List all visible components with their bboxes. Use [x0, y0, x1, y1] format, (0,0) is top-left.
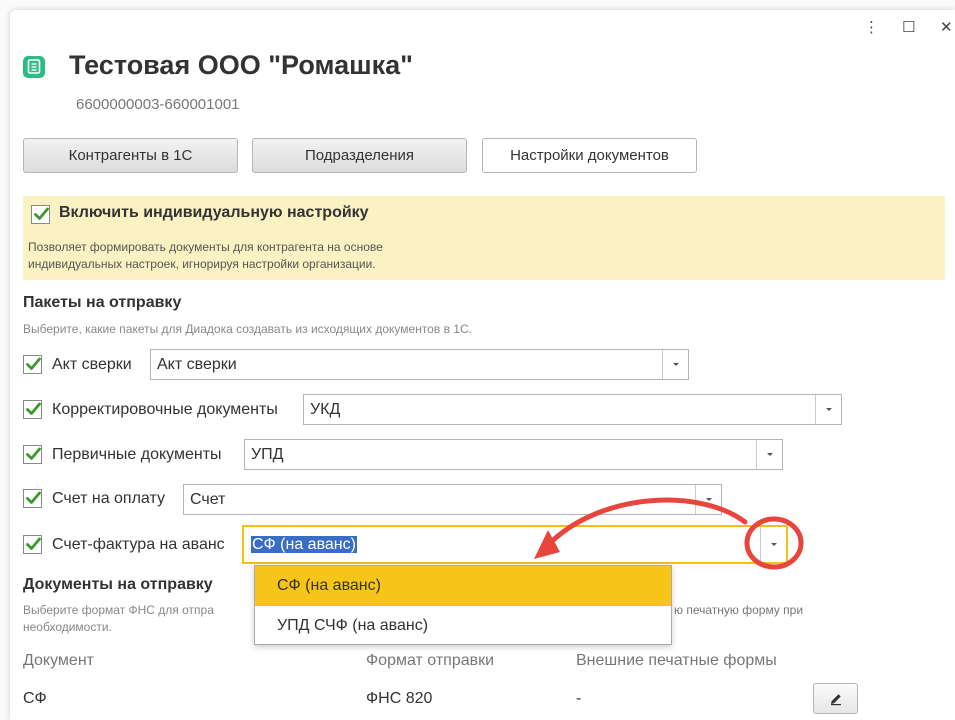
advance-invoice-label: Счет-фактура на аванс	[52, 536, 225, 553]
advance-invoice-select[interactable]: СФ (на аванс)	[242, 525, 788, 564]
chevron-down-icon[interactable]	[756, 440, 782, 469]
column-header-external-forms: Внешние печатные формы	[576, 652, 777, 669]
pencil-icon	[830, 693, 841, 705]
column-header-document: Документ	[23, 652, 94, 669]
checkmark-icon	[26, 491, 41, 504]
more-menu-icon[interactable]: ⋮	[864, 18, 879, 36]
individual-settings-checkbox[interactable]	[31, 205, 50, 224]
documents-hint-line2: необходимости.	[23, 620, 112, 634]
correction-docs-select[interactable]: УКД	[303, 394, 842, 425]
individual-description-line1: Позволяет формировать документы для конт…	[28, 240, 383, 254]
checkmark-icon	[26, 447, 41, 460]
invoice-payment-checkbox[interactable]	[23, 489, 42, 508]
inn-kpp-subtitle: 6600000003-660001001	[76, 96, 240, 113]
checkmark-icon	[26, 402, 41, 415]
documents-hint-right: ю печатную форму при	[674, 603, 804, 617]
document-icon	[23, 56, 45, 78]
dropdown-option-upd-schf[interactable]: УПД СЧФ (на аванс)	[255, 606, 671, 646]
page-title: Тестовая ООО "Ромашка"	[69, 50, 413, 80]
divisions-button[interactable]: Подразделения	[252, 138, 467, 173]
packages-section-title: Пакеты на отправку	[23, 294, 182, 311]
primary-docs-value: УПД	[251, 446, 284, 463]
advance-invoice-value[interactable]: СФ (на аванс)	[251, 536, 357, 554]
checkmark-icon	[26, 537, 41, 550]
act-reconciliation-select[interactable]: Акт сверки	[150, 349, 689, 380]
invoice-payment-value: Счет	[190, 491, 226, 508]
table-cell-document: СФ	[23, 690, 47, 707]
invoice-payment-select[interactable]: Счет	[183, 484, 722, 515]
table-cell-format[interactable]: ФНС 820	[366, 690, 432, 708]
checkmark-icon	[26, 357, 41, 370]
correction-docs-value: УКД	[310, 401, 341, 418]
correction-docs-label: Корректировочные документы	[52, 401, 278, 418]
checkmark-icon	[34, 207, 49, 220]
chevron-down-icon[interactable]	[695, 485, 721, 514]
primary-docs-select[interactable]: УПД	[244, 439, 783, 470]
close-icon[interactable]: ✕	[940, 18, 953, 36]
primary-docs-checkbox[interactable]	[23, 445, 42, 464]
table-cell-external: -	[576, 690, 582, 707]
chevron-down-icon[interactable]	[662, 350, 688, 379]
chevron-down-icon[interactable]	[760, 527, 786, 562]
act-reconciliation-checkbox[interactable]	[23, 355, 42, 374]
packages-hint: Выберите, какие пакеты для Диадока созда…	[23, 322, 472, 336]
advance-invoice-dropdown: СФ (на аванс) УПД СЧФ (на аванс)	[254, 565, 672, 645]
primary-docs-label: Первичные документы	[52, 446, 222, 463]
correction-docs-checkbox[interactable]	[23, 400, 42, 419]
act-reconciliation-value: Акт сверки	[157, 356, 237, 373]
maximize-icon[interactable]: ☐	[902, 18, 915, 36]
documents-hint-left: Выберите формат ФНС для отпра	[23, 603, 214, 617]
act-reconciliation-label: Акт сверки	[52, 356, 132, 373]
individual-description-line2: индивидуальных настроек, игнорируя настр…	[28, 257, 376, 271]
individual-settings-label: Включить индивидуальную настройку	[59, 204, 369, 221]
document-settings-button[interactable]: Настройки документов	[482, 138, 697, 173]
chevron-down-icon[interactable]	[815, 395, 841, 424]
column-header-format: Формат отправки	[366, 652, 495, 669]
documents-section-title: Документы на отправку	[23, 576, 213, 593]
edit-print-form-button[interactable]	[813, 683, 858, 714]
invoice-payment-label: Счет на оплату	[52, 490, 165, 507]
advance-invoice-checkbox[interactable]	[23, 535, 42, 554]
counterparties-button[interactable]: Контрагенты в 1С	[23, 138, 238, 173]
dropdown-option-sf[interactable]: СФ (на аванс)	[255, 566, 671, 606]
